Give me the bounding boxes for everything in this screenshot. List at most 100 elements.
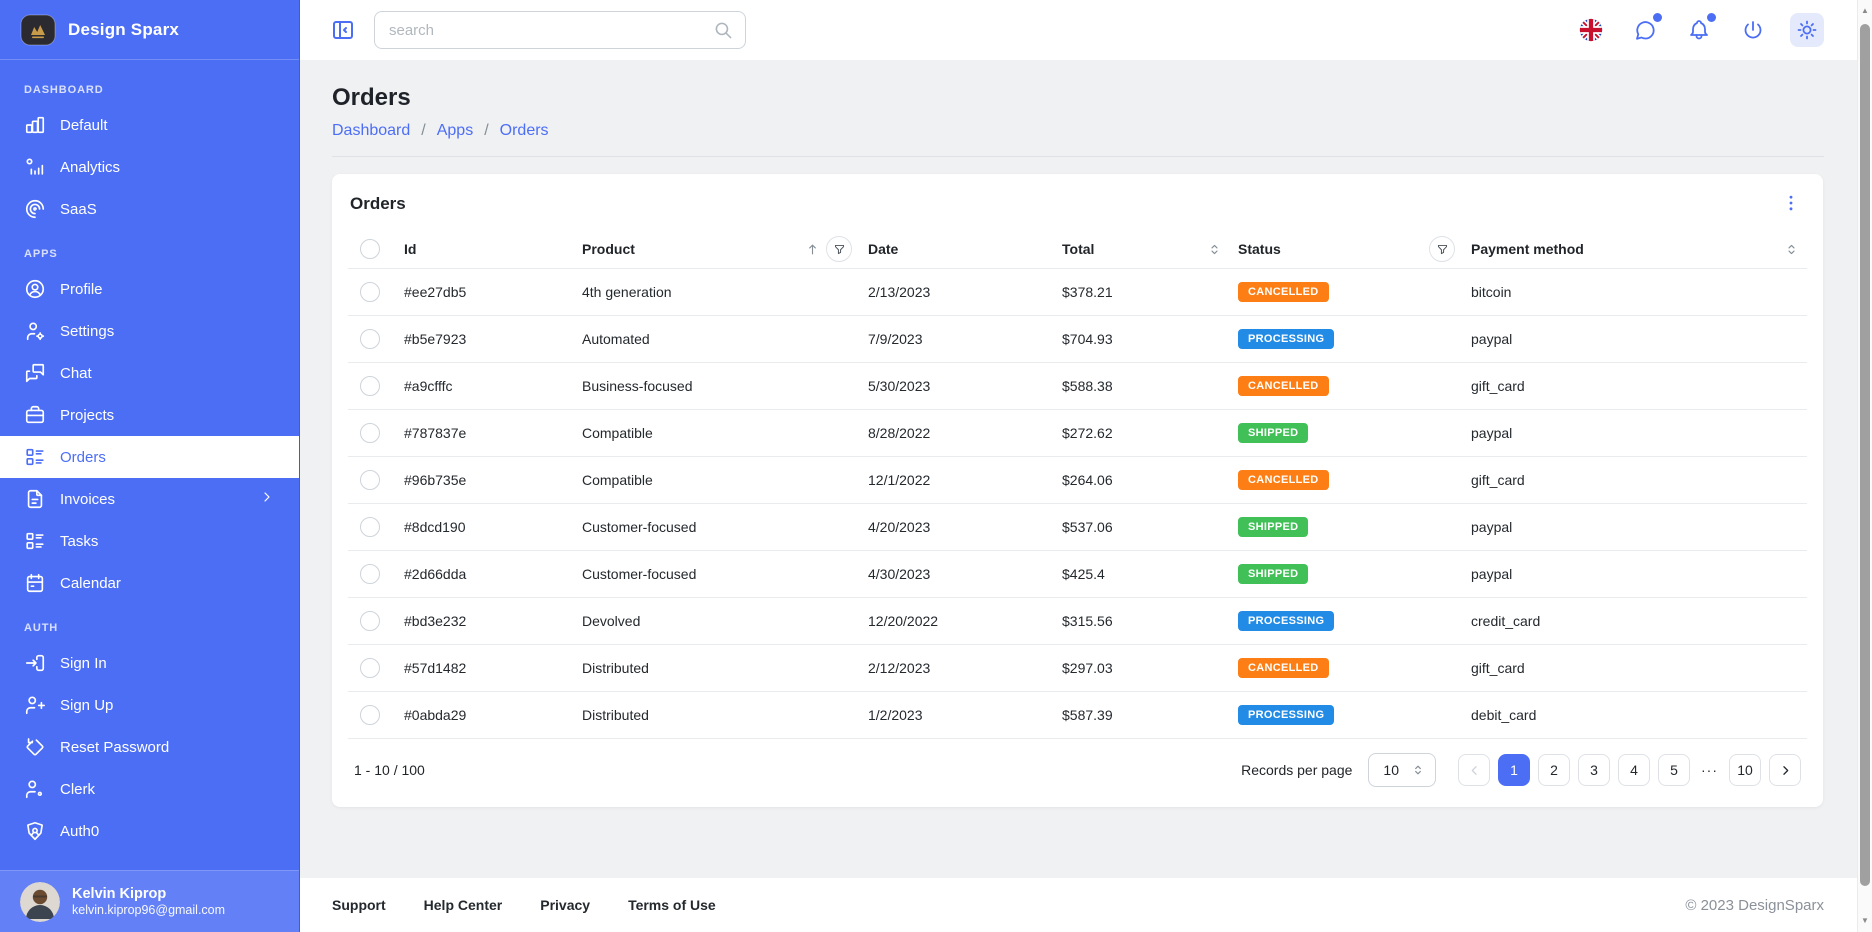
language-button[interactable] (1574, 13, 1608, 47)
column-label: Date (868, 241, 898, 257)
sidebar-toggle-button[interactable] (326, 13, 360, 47)
footer-link-privacy[interactable]: Privacy (540, 897, 590, 913)
notifications-button[interactable] (1682, 13, 1716, 47)
chevron-left-icon (1467, 763, 1482, 778)
page-title: Orders (332, 84, 1824, 112)
row-checkbox[interactable] (360, 282, 380, 302)
status-badge: CANCELLED (1238, 658, 1329, 678)
scrollbar-thumb[interactable] (1860, 24, 1870, 886)
row-checkbox[interactable] (360, 329, 380, 349)
pagination-ellipsis: ··· (1698, 762, 1721, 778)
topbar (300, 0, 1872, 60)
breadcrumb-link-dashboard[interactable]: Dashboard (332, 122, 410, 140)
sidebar-item-settings[interactable]: Settings (0, 310, 299, 352)
filter-button[interactable] (826, 236, 852, 262)
table-row: #8dcd190Customer-focused4/20/2023$537.06… (348, 503, 1807, 550)
records-per-page-select[interactable]: 10 (1368, 753, 1436, 787)
pagination-summary: 1 - 10 / 100 (354, 762, 425, 778)
row-checkbox[interactable] (360, 517, 380, 537)
select-all-checkbox[interactable] (360, 239, 380, 259)
row-checkbox[interactable] (360, 705, 380, 725)
filter-button[interactable] (1429, 236, 1455, 262)
cell-id: #a9cfffc (396, 378, 574, 394)
sidebar-item-sign-up[interactable]: Sign Up (0, 684, 299, 726)
table-row: #b5e7923Automated7/9/2023$704.93PROCESSI… (348, 315, 1807, 362)
sidebar-item-analytics[interactable]: Analytics (0, 146, 299, 188)
sidebar-item-sign-in[interactable]: Sign In (0, 642, 299, 684)
app-root: Design Sparx DASHBOARDDefaultAnalyticsSa… (0, 0, 1872, 932)
next-page-button[interactable] (1769, 754, 1801, 786)
sidebar-item-invoices[interactable]: Invoices (0, 478, 299, 520)
row-checkbox[interactable] (360, 376, 380, 396)
sidebar-item-profile[interactable]: Profile (0, 268, 299, 310)
row-checkbox-cell (348, 611, 396, 631)
page-button-5[interactable]: 5 (1658, 754, 1690, 786)
cell-date: 12/1/2022 (860, 472, 1054, 488)
prev-page-button[interactable] (1458, 754, 1490, 786)
sidebar-item-calendar[interactable]: Calendar (0, 562, 299, 604)
sort-up-icon[interactable] (805, 242, 820, 257)
scrollbar-up-arrow[interactable]: ▲ (1858, 7, 1872, 15)
auth0-icon (24, 820, 46, 842)
chevron-right-icon-wrap (259, 489, 275, 509)
column-header-id: Id (396, 230, 574, 268)
page-button-4[interactable]: 4 (1618, 754, 1650, 786)
selector-icon[interactable] (1784, 242, 1799, 257)
page-button-1[interactable]: 1 (1498, 754, 1530, 786)
table-header-row: IdProductDateTotalStatusPayment method (348, 230, 1807, 268)
page-scrollbar[interactable]: ▲ ▼ (1857, 0, 1872, 932)
page-button-2[interactable]: 2 (1538, 754, 1570, 786)
scrollbar-down-arrow[interactable]: ▼ (1858, 917, 1872, 925)
column-header-date: Date (860, 230, 1054, 268)
sidebar-item-tasks[interactable]: Tasks (0, 520, 299, 562)
row-checkbox[interactable] (360, 611, 380, 631)
row-checkbox-cell (348, 282, 396, 302)
cell-payment: gift_card (1463, 660, 1807, 676)
logout-button[interactable] (1736, 13, 1770, 47)
content: Orders Dashboard/Apps/Orders Orders IdPr… (300, 60, 1872, 878)
column-label: Id (404, 241, 416, 257)
cell-id: #b5e7923 (396, 331, 574, 347)
row-checkbox[interactable] (360, 423, 380, 443)
spiral-icon (24, 198, 46, 220)
cell-date: 2/13/2023 (860, 284, 1054, 300)
chat-bubble-icon (1633, 18, 1657, 42)
sidebar-item-clerk[interactable]: Clerk (0, 768, 299, 810)
messages-button[interactable] (1628, 13, 1662, 47)
page-button-10[interactable]: 10 (1729, 754, 1761, 786)
sidebar-item-projects[interactable]: Projects (0, 394, 299, 436)
sidebar-item-reset-password[interactable]: Reset Password (0, 726, 299, 768)
card-menu-button[interactable] (1777, 190, 1805, 218)
cell-payment: paypal (1463, 519, 1807, 535)
sidebar-item-chat[interactable]: Chat (0, 352, 299, 394)
funnel-icon (833, 243, 846, 256)
cell-status: CANCELLED (1230, 658, 1463, 678)
footer-link-terms-of-use[interactable]: Terms of Use (628, 897, 716, 913)
column-label: Product (582, 241, 635, 257)
footer-link-support[interactable]: Support (332, 897, 386, 913)
sidebar-nav: DASHBOARDDefaultAnalyticsSaaSAPPSProfile… (0, 60, 299, 870)
status-badge: SHIPPED (1238, 423, 1308, 443)
row-checkbox[interactable] (360, 658, 380, 678)
cell-status: PROCESSING (1230, 611, 1463, 631)
footer-link-help-center[interactable]: Help Center (424, 897, 503, 913)
breadcrumb-link-orders[interactable]: Orders (500, 122, 549, 140)
sidebar-item-saas[interactable]: SaaS (0, 188, 299, 230)
page-button-3[interactable]: 3 (1578, 754, 1610, 786)
selector-icon[interactable] (1207, 242, 1222, 257)
row-checkbox[interactable] (360, 564, 380, 584)
cell-total: $425.4 (1054, 566, 1230, 582)
copyright: © 2023 DesignSparx (1685, 897, 1824, 914)
search-input[interactable] (387, 21, 706, 40)
sidebar-item-auth0[interactable]: Auth0 (0, 810, 299, 852)
theme-toggle-button[interactable] (1790, 13, 1824, 47)
user-panel[interactable]: Kelvin Kiprop kelvin.kiprop96@gmail.com (0, 870, 299, 932)
breadcrumb-link-apps[interactable]: Apps (437, 122, 473, 140)
uk-flag-icon (1579, 18, 1603, 42)
brand[interactable]: Design Sparx (0, 0, 299, 60)
cell-total: $378.21 (1054, 284, 1230, 300)
sidebar-item-orders[interactable]: Orders (0, 436, 299, 478)
sidebar-item-default[interactable]: Default (0, 104, 299, 146)
footer: Support Help Center Privacy Terms of Use © … (300, 878, 1872, 932)
row-checkbox[interactable] (360, 470, 380, 490)
